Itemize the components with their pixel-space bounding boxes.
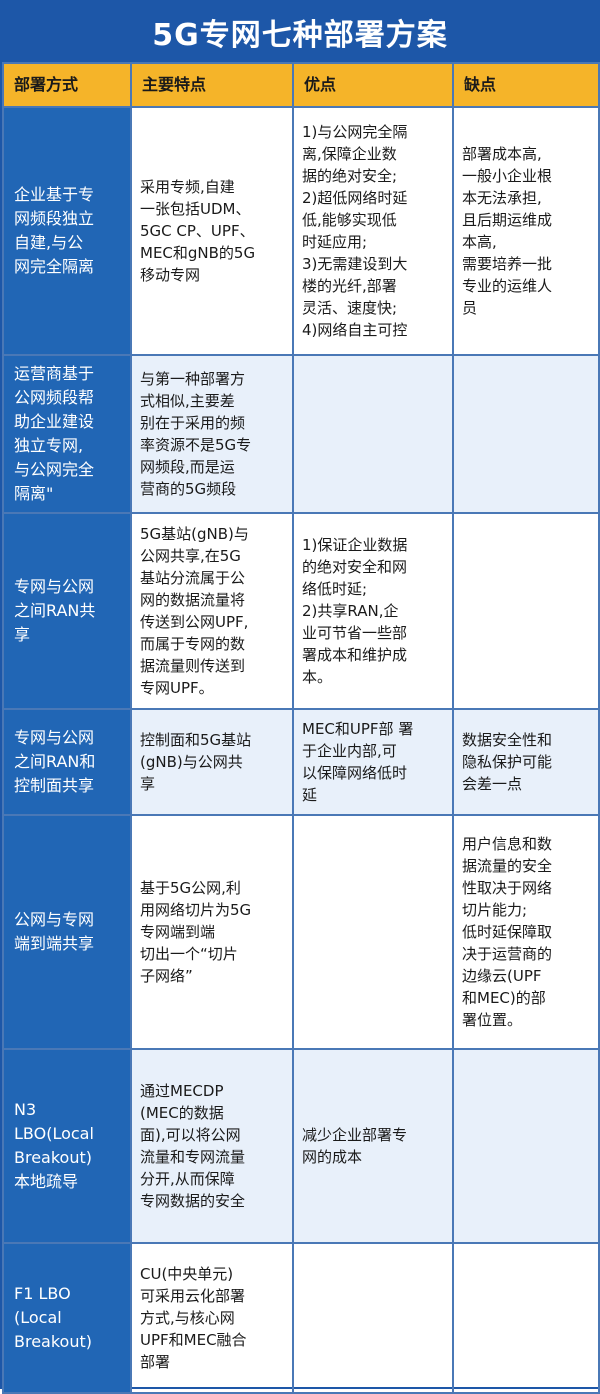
table-row: 专网与公网 之间RAN和 控制面共享 控制面和5G基站 (gNB)与公网共 享 … bbox=[2, 708, 600, 816]
features-cell: 通过MECDP (MEC的数据 面),可以将公网 流量和专网流量 分开,从而保障… bbox=[130, 1048, 294, 1244]
table-row: 专网与公网 之间RAN共 享 5G基站(gNB)与 公网共享,在5G 基站分流属… bbox=[2, 512, 600, 710]
pros-cell bbox=[292, 814, 454, 1050]
features-cell: 5G基站(gNB)与 公网共享,在5G 基站分流属于公 网的数据流量将 传送到公… bbox=[130, 512, 294, 710]
features-cell: 与第一种部署方 式相似,主要差 别在于采用的频 率资源不是5G专 网频段,而是运… bbox=[130, 354, 294, 514]
cons-cell bbox=[452, 512, 600, 710]
cons-cell bbox=[452, 1242, 600, 1394]
header-cons: 缺点 bbox=[452, 62, 600, 108]
pros-cell: MEC和UPF部 署 于企业内部,可 以保障网络低时 延 bbox=[292, 708, 454, 816]
cons-cell: 数据安全性和 隐私保护可能 会差一点 bbox=[452, 708, 600, 816]
pros-cell: 1)保证企业数据 的绝对安全和网 络低时延; 2)共享RAN,企 业可节省一些部… bbox=[292, 512, 454, 710]
table-row: 公网与专网 端到端共享 基于5G公网,利 用网络切片为5G 专网端到端 切出一个… bbox=[2, 814, 600, 1050]
method-cell: 专网与公网 之间RAN和 控制面共享 bbox=[2, 708, 132, 816]
method-cell: 企业基于专 网频段独立 自建,与公 网完全隔离 bbox=[2, 106, 132, 356]
header-method: 部署方式 bbox=[2, 62, 132, 108]
pros-cell: 减少企业部署专 网的成本 bbox=[292, 1048, 454, 1244]
header-pros: 优点 bbox=[292, 62, 454, 108]
features-cell: 控制面和5G基站 (gNB)与公网共 享 bbox=[130, 708, 294, 816]
cons-cell bbox=[452, 1048, 600, 1244]
pros-cell bbox=[292, 1242, 454, 1394]
method-cell: N3 LBO(Local Breakout) 本地疏导 bbox=[2, 1048, 132, 1244]
table-header-row: 部署方式 主要特点 优点 缺点 bbox=[2, 62, 600, 108]
features-cell: CU(中央单元) 可采用云化部署 方式,与核心网 UPF和MEC融合 部署 bbox=[130, 1242, 294, 1394]
deployment-table-card: 5G专网七种部署方案 部署方式 主要特点 优点 缺点 企业基于专 网频段独立 自… bbox=[0, 0, 600, 1394]
deployment-table: 部署方式 主要特点 优点 缺点 企业基于专 网频段独立 自建,与公 网完全隔离 … bbox=[2, 62, 600, 1394]
table-row: N3 LBO(Local Breakout) 本地疏导 通过MECDP (MEC… bbox=[2, 1048, 600, 1244]
page-title: 5G专网七种部署方案 bbox=[2, 2, 598, 62]
method-cell: 公网与专网 端到端共享 bbox=[2, 814, 132, 1050]
cons-cell: 部署成本高, 一般小企业根 本无法承担, 且后期运维成 本高, 需要培养一批 专… bbox=[452, 106, 600, 356]
cons-cell bbox=[452, 354, 600, 514]
pros-cell: 1)与公网完全隔 离,保障企业数 据的绝对安全; 2)超低网络时延 低,能够实现… bbox=[292, 106, 454, 356]
features-cell: 基于5G公网,利 用网络切片为5G 专网端到端 切出一个“切片 子网络” bbox=[130, 814, 294, 1050]
pros-cell bbox=[292, 354, 454, 514]
method-cell: 运营商基于 公网频段帮 助企业建设 独立专网, 与公网完全 隔离" bbox=[2, 354, 132, 514]
method-cell: F1 LBO (Local Breakout) bbox=[2, 1242, 132, 1394]
features-cell: 采用专频,自建 一张包括UDM、 5GC CP、UPF、 MEC和gNB的5G … bbox=[130, 106, 294, 356]
table-row: 企业基于专 网频段独立 自建,与公 网完全隔离 采用专频,自建 一张包括UDM、… bbox=[2, 106, 600, 356]
table-row: 运营商基于 公网频段帮 助企业建设 独立专网, 与公网完全 隔离" 与第一种部署… bbox=[2, 354, 600, 514]
cons-cell: 用户信息和数 据流量的安全 性取决于网络 切片能力; 低时延保障取 决于运营商的… bbox=[452, 814, 600, 1050]
table-row: F1 LBO (Local Breakout) CU(中央单元) 可采用云化部署… bbox=[2, 1242, 600, 1394]
header-features: 主要特点 bbox=[130, 62, 294, 108]
method-cell: 专网与公网 之间RAN共 享 bbox=[2, 512, 132, 710]
